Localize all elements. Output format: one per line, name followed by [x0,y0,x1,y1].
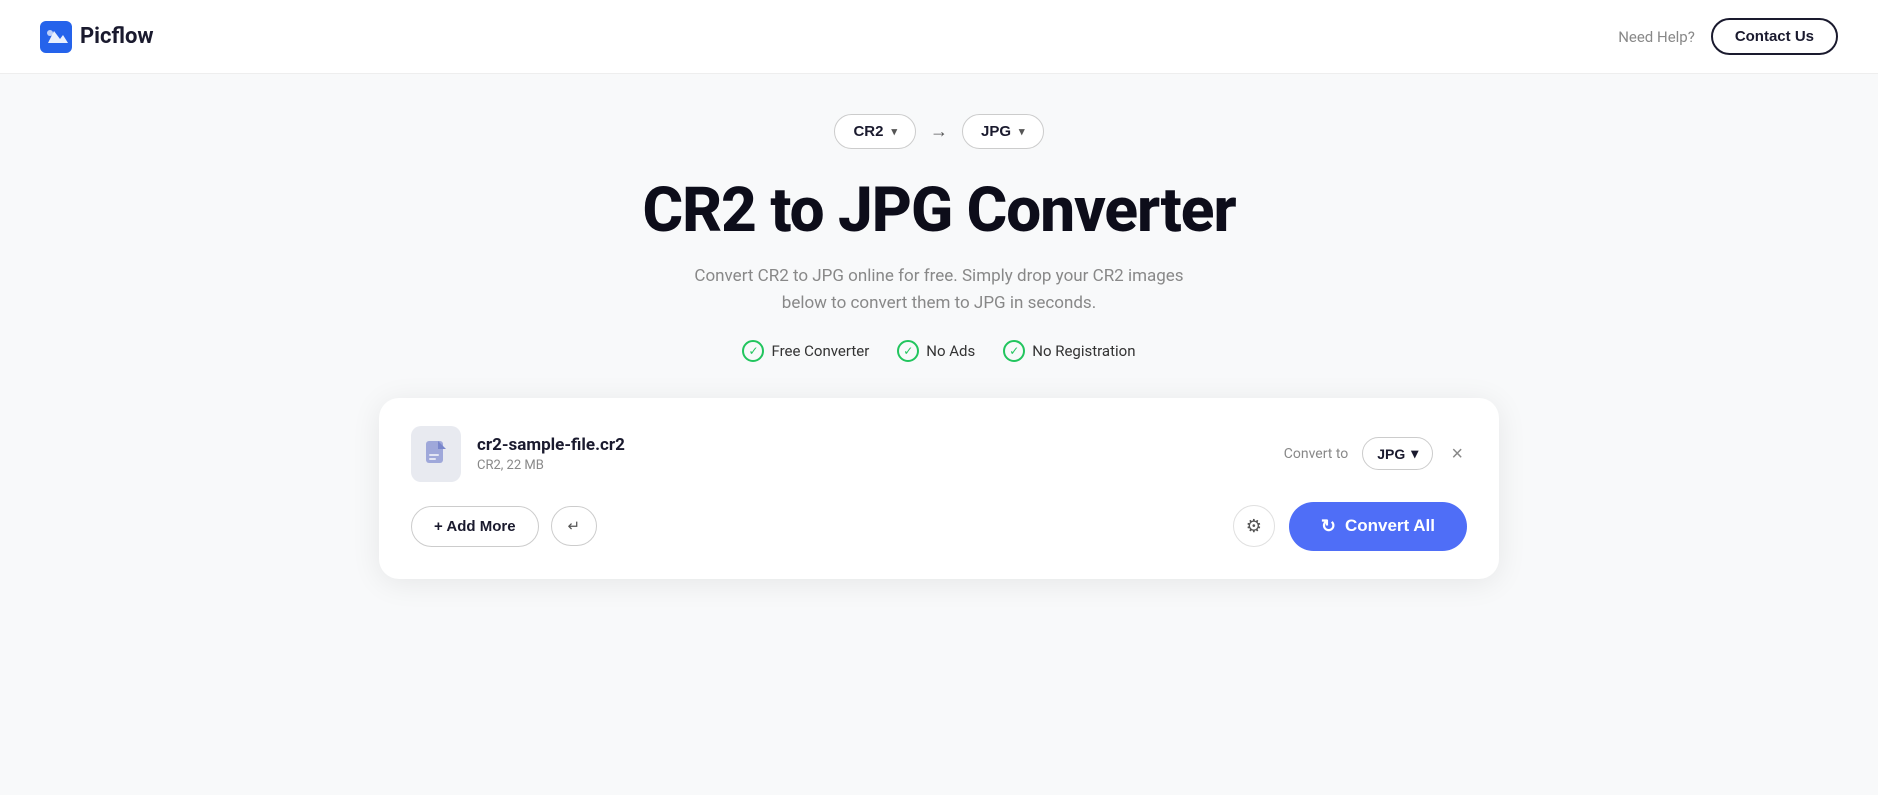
logo-icon [40,21,72,53]
feature-badges: ✓ Free Converter ✓ No Ads ✓ No Registrat… [742,340,1135,362]
drop-zone: cr2-sample-file.cr2 CR2, 22 MB Convert t… [379,398,1499,579]
badge-free-converter: ✓ Free Converter [742,340,869,362]
enter-button[interactable]: ↵ [551,506,598,546]
arrow-icon: → [930,121,948,142]
output-format-label: JPG [1377,446,1405,462]
bottom-row: + Add More ↵ ⚙ ↻ Convert All [411,502,1467,551]
badge-no-registration: ✓ No Registration [1003,340,1135,362]
check-icon-ads: ✓ [897,340,919,362]
to-format-chevron-icon: ▾ [1019,125,1025,138]
to-format-selector[interactable]: JPG ▾ [962,114,1044,149]
bottom-right-actions: ⚙ ↻ Convert All [1233,502,1467,551]
remove-file-button[interactable]: × [1447,440,1467,468]
settings-button[interactable]: ⚙ [1233,505,1275,547]
add-more-button[interactable]: + Add More [411,506,539,547]
convert-to-label: Convert to [1284,446,1349,462]
logo: Picflow [40,21,154,53]
header: Picflow Need Help? Contact Us [0,0,1878,74]
badge-free-label: Free Converter [771,342,869,360]
page-title: CR2 to JPG Converter [642,177,1235,245]
logo-text: Picflow [80,24,154,49]
main-content: CR2 ▾ → JPG ▾ CR2 to JPG Converter Conve… [0,74,1878,579]
badge-ads-label: No Ads [926,342,975,360]
bottom-left-actions: + Add More ↵ [411,506,597,547]
convert-icon: ↻ [1321,516,1336,537]
from-format-chevron-icon: ▾ [891,125,897,138]
check-icon-reg: ✓ [1003,340,1025,362]
contact-us-button[interactable]: Contact Us [1711,18,1838,55]
from-format-selector[interactable]: CR2 ▾ [834,114,916,149]
file-info: cr2-sample-file.cr2 CR2, 22 MB [411,426,625,482]
gear-icon: ⚙ [1246,516,1262,537]
convert-all-label: Convert All [1345,516,1435,536]
from-format-label: CR2 [853,123,883,140]
page-subtitle: Convert CR2 to JPG online for free. Simp… [679,263,1199,317]
output-format-selector[interactable]: JPG ▾ [1362,437,1433,470]
file-row: cr2-sample-file.cr2 CR2, 22 MB Convert t… [411,426,1467,482]
file-svg-icon [424,440,448,468]
file-meta: CR2, 22 MB [477,458,625,473]
file-name: cr2-sample-file.cr2 [477,435,625,455]
file-details: cr2-sample-file.cr2 CR2, 22 MB [477,435,625,473]
convert-all-button[interactable]: ↻ Convert All [1289,502,1467,551]
enter-icon: ↵ [568,517,581,535]
file-icon [411,426,461,482]
header-right: Need Help? Contact Us [1618,18,1838,55]
to-format-label: JPG [981,123,1011,140]
need-help-label: Need Help? [1618,28,1695,46]
output-format-chevron-icon: ▾ [1411,445,1418,462]
badge-no-ads: ✓ No Ads [897,340,975,362]
check-icon-free: ✓ [742,340,764,362]
badge-reg-label: No Registration [1032,342,1135,360]
format-selector: CR2 ▾ → JPG ▾ [834,114,1043,149]
file-actions-right: Convert to JPG ▾ × [1284,437,1467,470]
